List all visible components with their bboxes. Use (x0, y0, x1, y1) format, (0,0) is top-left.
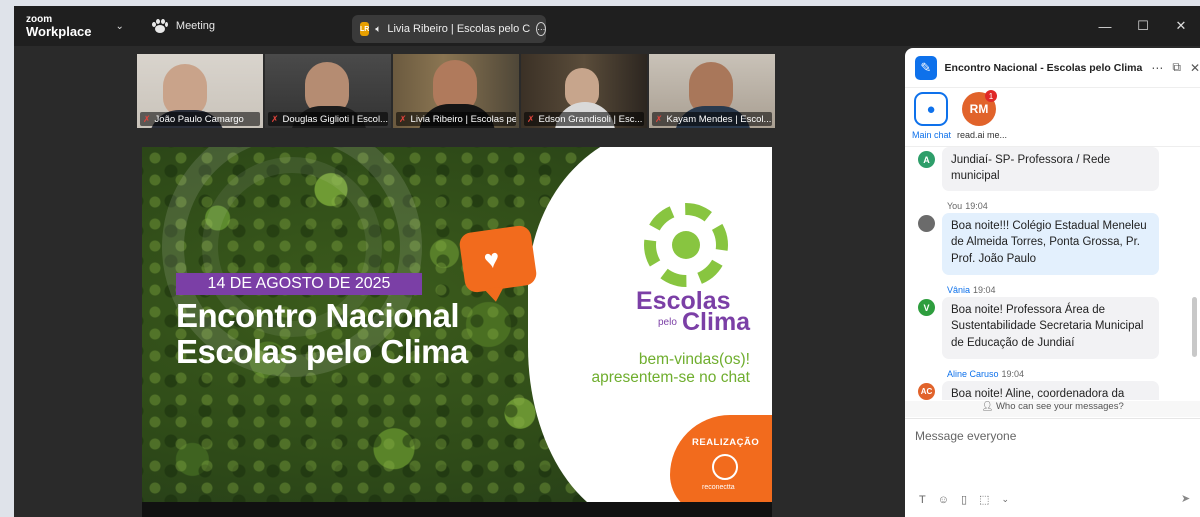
participant-tile[interactable]: ✗ Douglas Giglioti | Escol... (265, 54, 391, 128)
minimize-button[interactable]: — (1086, 19, 1124, 34)
mic-muted-icon: ✗ (527, 113, 535, 124)
slide-date: 14 DE AGOSTO DE 2025 (176, 273, 422, 295)
file-icon[interactable]: ▯ (961, 493, 967, 506)
speaker-volume-icon: 🔈︎ (375, 23, 382, 35)
edit-icon[interactable]: ✎ (915, 55, 937, 80)
chat-panel: ✎ Encontro Nacional - Escolas pelo Clima… (905, 48, 1200, 517)
participant-name: Douglas Giglioti | Escol... (282, 113, 388, 125)
slide-title-line-2: Escolas pelo Clima (176, 333, 468, 370)
chat-message[interactable]: Boa noite! Aline, coordenadora da (942, 381, 1159, 400)
mic-muted-icon: ✗ (143, 113, 151, 124)
chevron-down-icon[interactable]: ⌄ (116, 21, 124, 32)
participant-nametag: ✗ João Paulo Camargo (140, 112, 260, 126)
participant-name: Kayam Mendes | Escol... (666, 113, 772, 125)
participant-name: Livia Ribeiro | Escolas pelo... (410, 113, 516, 125)
chat-messages[interactable]: A Jundiaí- SP- Professora / Rede municip… (905, 146, 1200, 400)
unread-badge: 1 (985, 90, 997, 102)
chat-message[interactable]: Boa noite!!! Colégio Estadual Meneleu de… (942, 213, 1159, 275)
compose-toolbar: T ☺ ▯ ⬚ ⌄ (919, 493, 1009, 507)
avatar: AC (918, 383, 935, 400)
participant-nametag: ✗ Douglas Giglioti | Escol... (268, 112, 388, 126)
tree-icon (712, 454, 738, 480)
slide-title-line-1: Encontro Nacional (176, 297, 460, 334)
popout-icon[interactable]: ⧉ (1172, 60, 1181, 75)
participant-nametag: ✗Livia Ribeiro | Escolas pelo... (396, 112, 516, 126)
mic-muted-icon: ✗ (655, 113, 663, 124)
screenshot-icon[interactable]: ⬚ (979, 493, 989, 506)
more-options-icon[interactable]: ⋯ (1151, 61, 1163, 75)
format-text-icon[interactable]: T (919, 494, 926, 506)
meeting-label: Meeting (175, 20, 216, 32)
chat-message[interactable]: Boa noite! Professora Área de Sustentabi… (942, 297, 1159, 359)
participant-name: Edson Grandisoli | Esc... (538, 113, 643, 125)
participant-tile-active[interactable]: ✗Livia Ribeiro | Escolas pelo... (393, 54, 519, 128)
speaker-avatar: LR (360, 22, 370, 36)
welcome-line-1: bem-vindas(os)! (638, 351, 750, 368)
message-sender: You 19:04 (947, 201, 988, 211)
heart-chat-icon: ♥ (458, 224, 538, 294)
brand-clima: Clima (682, 308, 751, 336)
mic-muted-icon: ✗ (271, 113, 279, 124)
person-icon: 👤︎ (981, 401, 996, 412)
message-sender: Aline Caruso 19:04 (947, 369, 1025, 379)
realizacao-label: REALIZAÇÃO (692, 437, 760, 448)
active-speaker-name: Livia Ribeiro | Escolas pelo C (387, 23, 531, 35)
compose-area: T ☺ ▯ ⬚ ⌄ ➤ (905, 418, 1200, 517)
message-input[interactable] (915, 429, 1185, 443)
chat-title: Encontro Nacional - Escolas pelo Clima (944, 61, 1143, 74)
reconectta-logo: reconectta (702, 484, 735, 491)
logo-line-1: zoom (26, 13, 53, 25)
desktop-edge-left (0, 0, 14, 517)
meeting-menu[interactable]: Meeting (151, 19, 216, 33)
chat-header: ✎ Encontro Nacional - Escolas pelo Clima… (905, 48, 1200, 88)
brand-pelo: pelo (658, 317, 677, 328)
avatar: A (918, 151, 935, 168)
participant-tile[interactable]: ✗ João Paulo Camargo (137, 54, 263, 128)
close-button[interactable]: ✕ (1162, 18, 1200, 34)
window-controls: — ☐ ✕ (1086, 6, 1200, 46)
emoji-icon[interactable]: ☺ (938, 494, 949, 506)
participant-tile[interactable]: ✗ Kayam Mendes | Escol... (649, 54, 775, 128)
chat-message[interactable]: Jundiaí- SP- Professora / Rede municipal (942, 147, 1159, 191)
welcome-text: bem-vindas(os)! apresentem-se no chat (550, 351, 750, 387)
tab-main-chat[interactable]: ● (914, 92, 948, 126)
who-can-see-link[interactable]: 👤︎ Who can see your messages? (905, 401, 1200, 417)
participant-tile[interactable]: ✗ Edson Grandisoli | Esc... (521, 54, 647, 128)
shared-screen-slide: REALIZAÇÃO reconectta ♥ 14 DE AGOSTO DE … (142, 147, 772, 502)
welcome-line-2: apresentem-se no chat (591, 368, 750, 386)
participant-nametag: ✗ Edson Grandisoli | Esc... (524, 112, 644, 126)
tab-main-chat-label[interactable]: Main chat (912, 130, 951, 140)
maximize-button[interactable]: ☐ (1124, 18, 1162, 34)
participant-name: João Paulo Camargo (154, 113, 244, 125)
logo-line-2: Workplace (26, 23, 92, 39)
avatar (918, 215, 935, 232)
chat-scrollbar[interactable] (1192, 297, 1197, 357)
more-icon[interactable]: ⋯ (536, 22, 547, 36)
zoom-logo[interactable]: zoom Workplace (26, 13, 92, 39)
chevron-down-icon[interactable]: ⌄ (1001, 494, 1009, 505)
paw-icon: ● (926, 100, 936, 118)
close-chat-icon[interactable]: ✕ (1190, 61, 1200, 75)
paw-icon (151, 19, 168, 33)
participant-nametag: ✗ Kayam Mendes | Escol... (652, 112, 772, 126)
active-speaker-pill[interactable]: LR 🔈︎ Livia Ribeiro | Escolas pelo C ⋯ (352, 15, 547, 43)
send-icon[interactable]: ➤ (1181, 492, 1190, 505)
message-sender: Vânia 19:04 (947, 285, 996, 295)
title-bar: zoom Workplace ⌄ Meeting LR 🔈︎ Livia Rib… (14, 6, 1200, 46)
mic-muted-icon: ✗ (399, 113, 407, 124)
chat-tabs: ● RM 1 Main chat read.ai me... (905, 90, 1200, 144)
participant-gallery: ✗ João Paulo Camargo ✗ Douglas Giglioti | … (137, 54, 776, 128)
avatar: V (918, 299, 935, 316)
tab-read-ai-label[interactable]: read.ai me... (957, 130, 1007, 140)
